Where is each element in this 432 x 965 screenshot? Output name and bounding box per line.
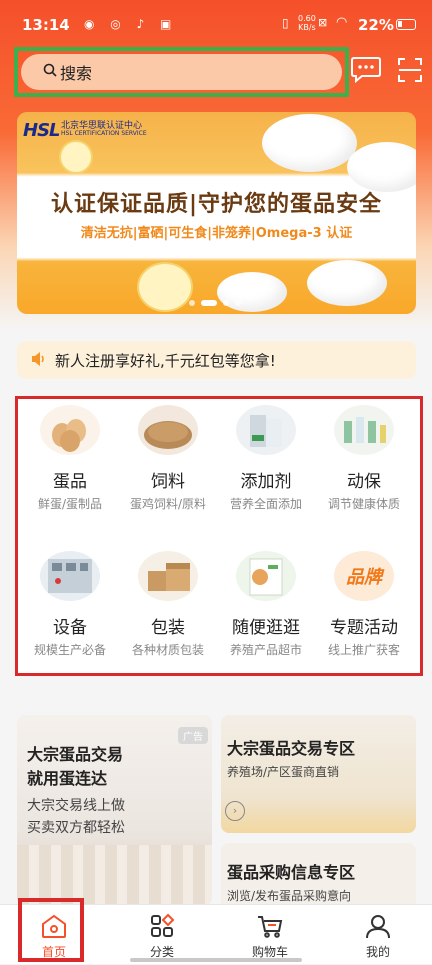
search-placeholder: 搜索 — [60, 64, 93, 83]
promo-card-title: 大宗蛋品交易 就用蛋连达 — [27, 743, 123, 791]
carousel-dot-active — [201, 300, 217, 306]
category-desc: 线上推广获客 — [327, 643, 400, 657]
category-special-events[interactable]: 品牌 专题活动 线上推广获客 — [314, 549, 414, 679]
promo-card-bulk-zone[interactable]: 大宗蛋品交易专区 养殖场/产区蛋商直销 › — [221, 715, 416, 833]
category-desc: 规模生产必备 — [33, 643, 106, 657]
brand-icon: 品牌 — [334, 551, 394, 601]
cart-icon — [256, 913, 284, 939]
banner-subtitle: 清洁无抗|富硒|可生食|非笼养|Omega-3 认证 — [80, 226, 353, 241]
promo-card-title: 大宗蛋品交易专区 — [227, 739, 356, 758]
egg-image — [307, 260, 387, 306]
chick-image — [137, 262, 193, 312]
category-desc: 鲜蛋/蛋制品 — [37, 497, 103, 511]
eggs-icon — [40, 405, 100, 455]
banner-title: 认证保证品质|守护您的蛋品安全 — [50, 192, 383, 217]
status-app-icons: ◉ ◎ ♪ ▣ — [84, 17, 178, 31]
box-icon — [138, 551, 198, 601]
carousel-dot — [235, 300, 241, 306]
category-additive[interactable]: 添加剂 营养全面添加 — [216, 403, 316, 533]
wifi-icon: ◠ — [336, 15, 348, 30]
vaccine-icon — [334, 405, 394, 455]
gesture-bar — [130, 958, 302, 962]
home-tab-highlight — [18, 898, 84, 962]
tab-profile[interactable]: 我的 — [324, 905, 432, 965]
announcement-text: 新人注册享好礼,千元红包等您拿! — [55, 351, 276, 370]
category-desc: 各种材质包装 — [131, 643, 204, 657]
banner-org-en: HSL CERTIFICATION SERVICE — [61, 130, 147, 137]
category-grid-icon — [148, 913, 176, 939]
category-name: 包装 — [151, 618, 185, 638]
category-name: 随便逛逛 — [232, 618, 300, 638]
egg-image — [217, 272, 287, 312]
chick-image — [59, 140, 93, 174]
brand-badge-text: 品牌 — [346, 567, 382, 588]
category-feed[interactable]: 饲料 蛋鸡饲料/原料 — [118, 403, 218, 533]
carousel-dot — [223, 300, 229, 306]
arrow-right-icon[interactable]: › — [225, 801, 245, 821]
category-browse[interactable]: 随便逛逛 养殖产品超市 — [216, 549, 316, 679]
promo-card-desc: 养殖场/产区蛋商直销 — [227, 765, 340, 779]
net-speed: 0.60 KB/s — [298, 14, 316, 32]
promo-title-line2: 就用蛋连达 — [27, 769, 108, 788]
promo-card-desc: 大宗交易线上做 买卖双方都轻松 — [27, 795, 125, 839]
promo-title-line1: 大宗蛋品交易 — [27, 745, 124, 764]
category-desc: 养殖产品超市 — [229, 643, 302, 657]
tab-label: 我的 — [365, 945, 390, 959]
carousel-dot — [189, 300, 195, 306]
search-icon — [43, 63, 57, 81]
browse-icon — [236, 551, 296, 601]
search-input[interactable]: 搜索 — [21, 54, 342, 90]
promo-desc-line1: 大宗交易线上做 — [27, 798, 125, 814]
feed-icon — [138, 405, 198, 455]
sim-off-icon: ⊠ — [318, 16, 328, 29]
egg-image — [262, 114, 357, 172]
net-speed-unit: KB/s — [298, 23, 316, 32]
promo-card-title: 蛋品采购信息专区 — [227, 863, 356, 882]
ad-label: 广告 — [178, 727, 208, 744]
promo-card-bulk-trade[interactable]: 广告 大宗蛋品交易 就用蛋连达 大宗交易线上做 买卖双方都轻松 — [17, 715, 212, 905]
status-bar: 13:14 ◉ ◎ ♪ ▣ ▯ 0.60 KB/s ⊠ ◠ 22% — [0, 0, 432, 48]
category-name: 专题活动 — [330, 618, 398, 638]
category-animal-health[interactable]: 动保 调节健康体质 — [314, 403, 414, 533]
scan-icon[interactable] — [396, 56, 424, 84]
category-name: 添加剂 — [240, 472, 292, 492]
promo-card-purchase-zone[interactable]: 蛋品采购信息专区 浏览/发布蛋品采购意向 — [221, 843, 416, 913]
egg-image — [347, 142, 416, 192]
status-time: 13:14 — [22, 16, 70, 34]
equipment-icon — [40, 551, 100, 601]
search-highlight: 搜索 — [14, 47, 349, 97]
promo-banner[interactable]: HSL 北京华思联认证中心 HSL CERTIFICATION SERVICE … — [17, 112, 416, 314]
category-grid: 蛋品 鲜蛋/蛋制品 饲料 蛋鸡饲料/原料 添加剂 营养全面添加 动保 调节健康体… — [15, 396, 423, 676]
promo-desc-line2: 买卖双方都轻松 — [27, 820, 125, 836]
carousel-dots — [189, 300, 241, 306]
vibrate-icon: ▯ — [282, 16, 289, 30]
category-name: 蛋品 — [53, 472, 87, 492]
category-equipment[interactable]: 设备 规模生产必备 — [20, 549, 120, 679]
hsl-logo: HSL — [23, 120, 60, 141]
category-name: 设备 — [53, 618, 87, 638]
category-packaging[interactable]: 包装 各种材质包装 — [118, 549, 218, 679]
tab-category[interactable]: 分类 — [108, 905, 216, 965]
user-icon — [364, 913, 392, 939]
category-name: 饲料 — [151, 472, 185, 492]
tab-cart[interactable]: 购物车 — [216, 905, 324, 965]
category-name: 动保 — [347, 472, 381, 492]
battery-icon — [396, 19, 416, 30]
category-desc: 营养全面添加 — [229, 497, 302, 511]
net-speed-value: 0.60 — [298, 14, 316, 23]
category-eggs[interactable]: 蛋品 鲜蛋/蛋制品 — [20, 403, 120, 533]
chicken-farm-image — [17, 845, 212, 905]
battery-text: 22% — [358, 16, 394, 34]
category-desc: 调节健康体质 — [327, 497, 400, 511]
announcement-bar[interactable]: 新人注册享好礼,千元红包等您拿! — [17, 341, 416, 379]
promo-card-desc: 浏览/发布蛋品采购意向 — [227, 889, 352, 903]
speaker-icon — [31, 351, 47, 370]
category-desc: 蛋鸡饲料/原料 — [129, 497, 207, 511]
chat-bubble-icon[interactable] — [350, 55, 382, 85]
additive-icon — [236, 405, 296, 455]
